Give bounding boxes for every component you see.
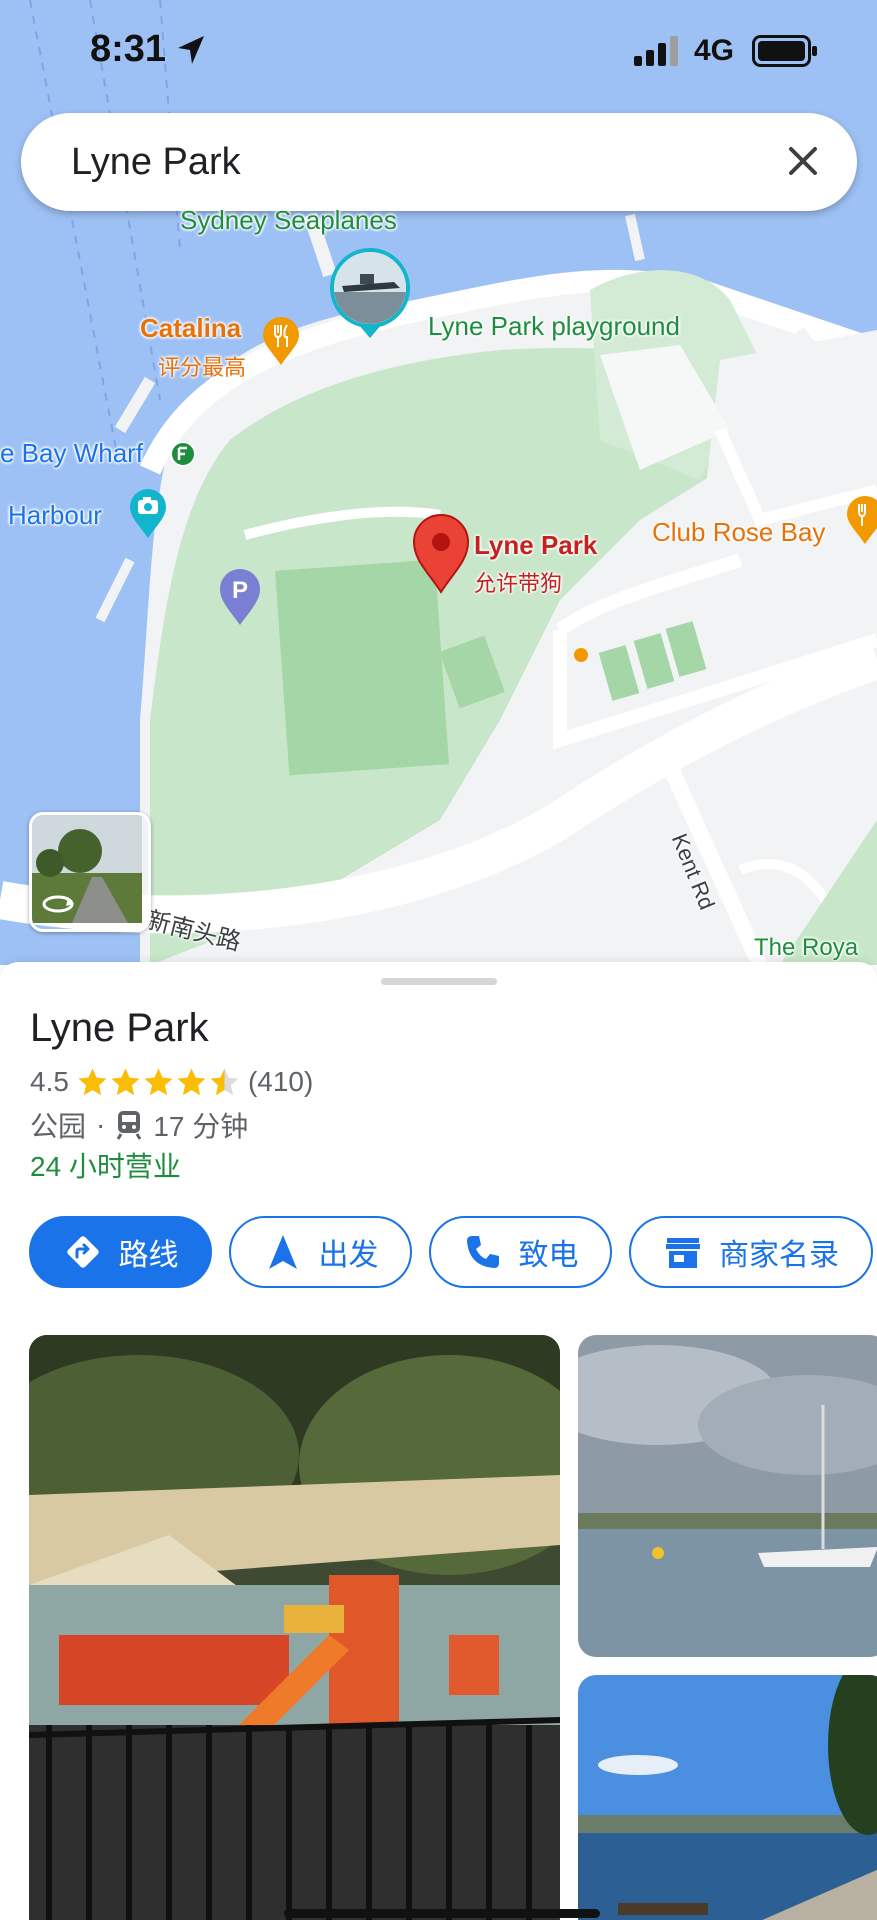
map-label-harbour[interactable]: Harbour	[8, 500, 102, 531]
parking-icon[interactable]: P	[218, 567, 262, 627]
search-bar[interactable]: Lyne Park	[21, 113, 857, 211]
star-icon	[111, 1068, 140, 1095]
rating-row[interactable]: 4.5 (410)	[30, 1066, 313, 1098]
network-type: 4G	[694, 34, 735, 67]
playground-photo-image	[29, 1335, 560, 1920]
transit-time: 17 分钟	[153, 1111, 249, 1142]
call-button[interactable]: 致电	[429, 1216, 612, 1288]
start-button[interactable]: 出发	[229, 1216, 412, 1288]
start-label: 出发	[318, 1239, 379, 1272]
street-view-rotate-icon[interactable]	[40, 893, 76, 915]
star-rating	[77, 1067, 242, 1098]
harbour-boats-image	[578, 1335, 877, 1657]
place-meta: 公园 · 17 分钟	[30, 1105, 248, 1145]
directions-label: 路线	[118, 1239, 179, 1272]
marker-pointer	[358, 324, 382, 338]
directions-button[interactable]: 路线	[29, 1216, 212, 1288]
review-count[interactable]: (410)	[248, 1066, 313, 1098]
map-label-club[interactable]: Club Rose Bay	[652, 517, 825, 548]
search-input[interactable]: Lyne Park	[71, 141, 241, 184]
star-icon	[177, 1068, 206, 1095]
restaurant-icon[interactable]	[846, 495, 877, 545]
map-label-pin-name[interactable]: Lyne Park	[474, 530, 597, 561]
fork-knife-icon[interactable]	[262, 316, 300, 366]
harbour-boats-photo[interactable]	[578, 1335, 877, 1657]
place-sheet[interactable]: Lyne Park 4.5 (410) 公园 · 17 分钟 24 小时营业 路…	[0, 962, 877, 1920]
poi-dot[interactable]	[574, 648, 588, 662]
meta-separator: ·	[96, 1109, 106, 1140]
map-label-catalina[interactable]: Catalina	[140, 313, 241, 344]
sheet-drag-handle[interactable]	[381, 978, 497, 985]
signal-bars-icon	[634, 36, 678, 66]
place-category: 公园	[30, 1111, 87, 1142]
street-view-thumbnail[interactable]	[29, 812, 151, 932]
transit-icon	[117, 1111, 142, 1140]
battery-icon	[752, 35, 817, 67]
rating-value: 4.5	[30, 1066, 69, 1097]
close-icon[interactable]	[779, 137, 827, 185]
star-icon	[144, 1068, 173, 1095]
playground-photo[interactable]	[29, 1335, 560, 1920]
location-arrow-icon	[178, 36, 204, 64]
map-label-catalina-sub: 评分最高	[158, 355, 247, 380]
directory-button[interactable]: 商家名录	[629, 1216, 873, 1288]
map-label-playground[interactable]: Lyne Park playground	[428, 311, 680, 342]
hours-status[interactable]: 24 小时营业	[30, 1145, 181, 1185]
directions-icon	[66, 1236, 99, 1268]
star-icon	[210, 1068, 239, 1095]
call-label: 致电	[518, 1239, 579, 1272]
seaplane-photo-marker[interactable]	[330, 248, 410, 328]
home-indicator[interactable]	[284, 1909, 600, 1918]
ferry-icon[interactable]	[170, 441, 196, 467]
location-pin-icon[interactable]	[412, 514, 470, 594]
navigation-arrow-icon	[268, 1235, 297, 1269]
seaplane-photo	[334, 252, 406, 324]
phone-icon	[466, 1236, 499, 1268]
waterfront-photo[interactable]	[578, 1675, 877, 1920]
storefront-icon	[666, 1238, 700, 1268]
directory-label: 商家名录	[719, 1239, 839, 1272]
star-icon	[78, 1068, 107, 1095]
map-label-royal[interactable]: The Roya	[754, 934, 858, 962]
map-label-wharf[interactable]: e Bay Wharf	[0, 438, 143, 469]
map-label-seaplanes[interactable]: Sydney Seaplanes	[180, 205, 397, 236]
place-title: Lyne Park	[30, 1006, 209, 1050]
status-time: 8:31	[90, 28, 167, 70]
map-view[interactable]: 8:31 4G Lyne Park Sydney Seaplanes Catal…	[0, 0, 877, 965]
svg-text:P: P	[232, 577, 248, 604]
camera-icon[interactable]	[128, 487, 168, 539]
waterfront-image	[578, 1675, 877, 1920]
map-label-pin-sub: 允许带狗	[474, 571, 563, 596]
